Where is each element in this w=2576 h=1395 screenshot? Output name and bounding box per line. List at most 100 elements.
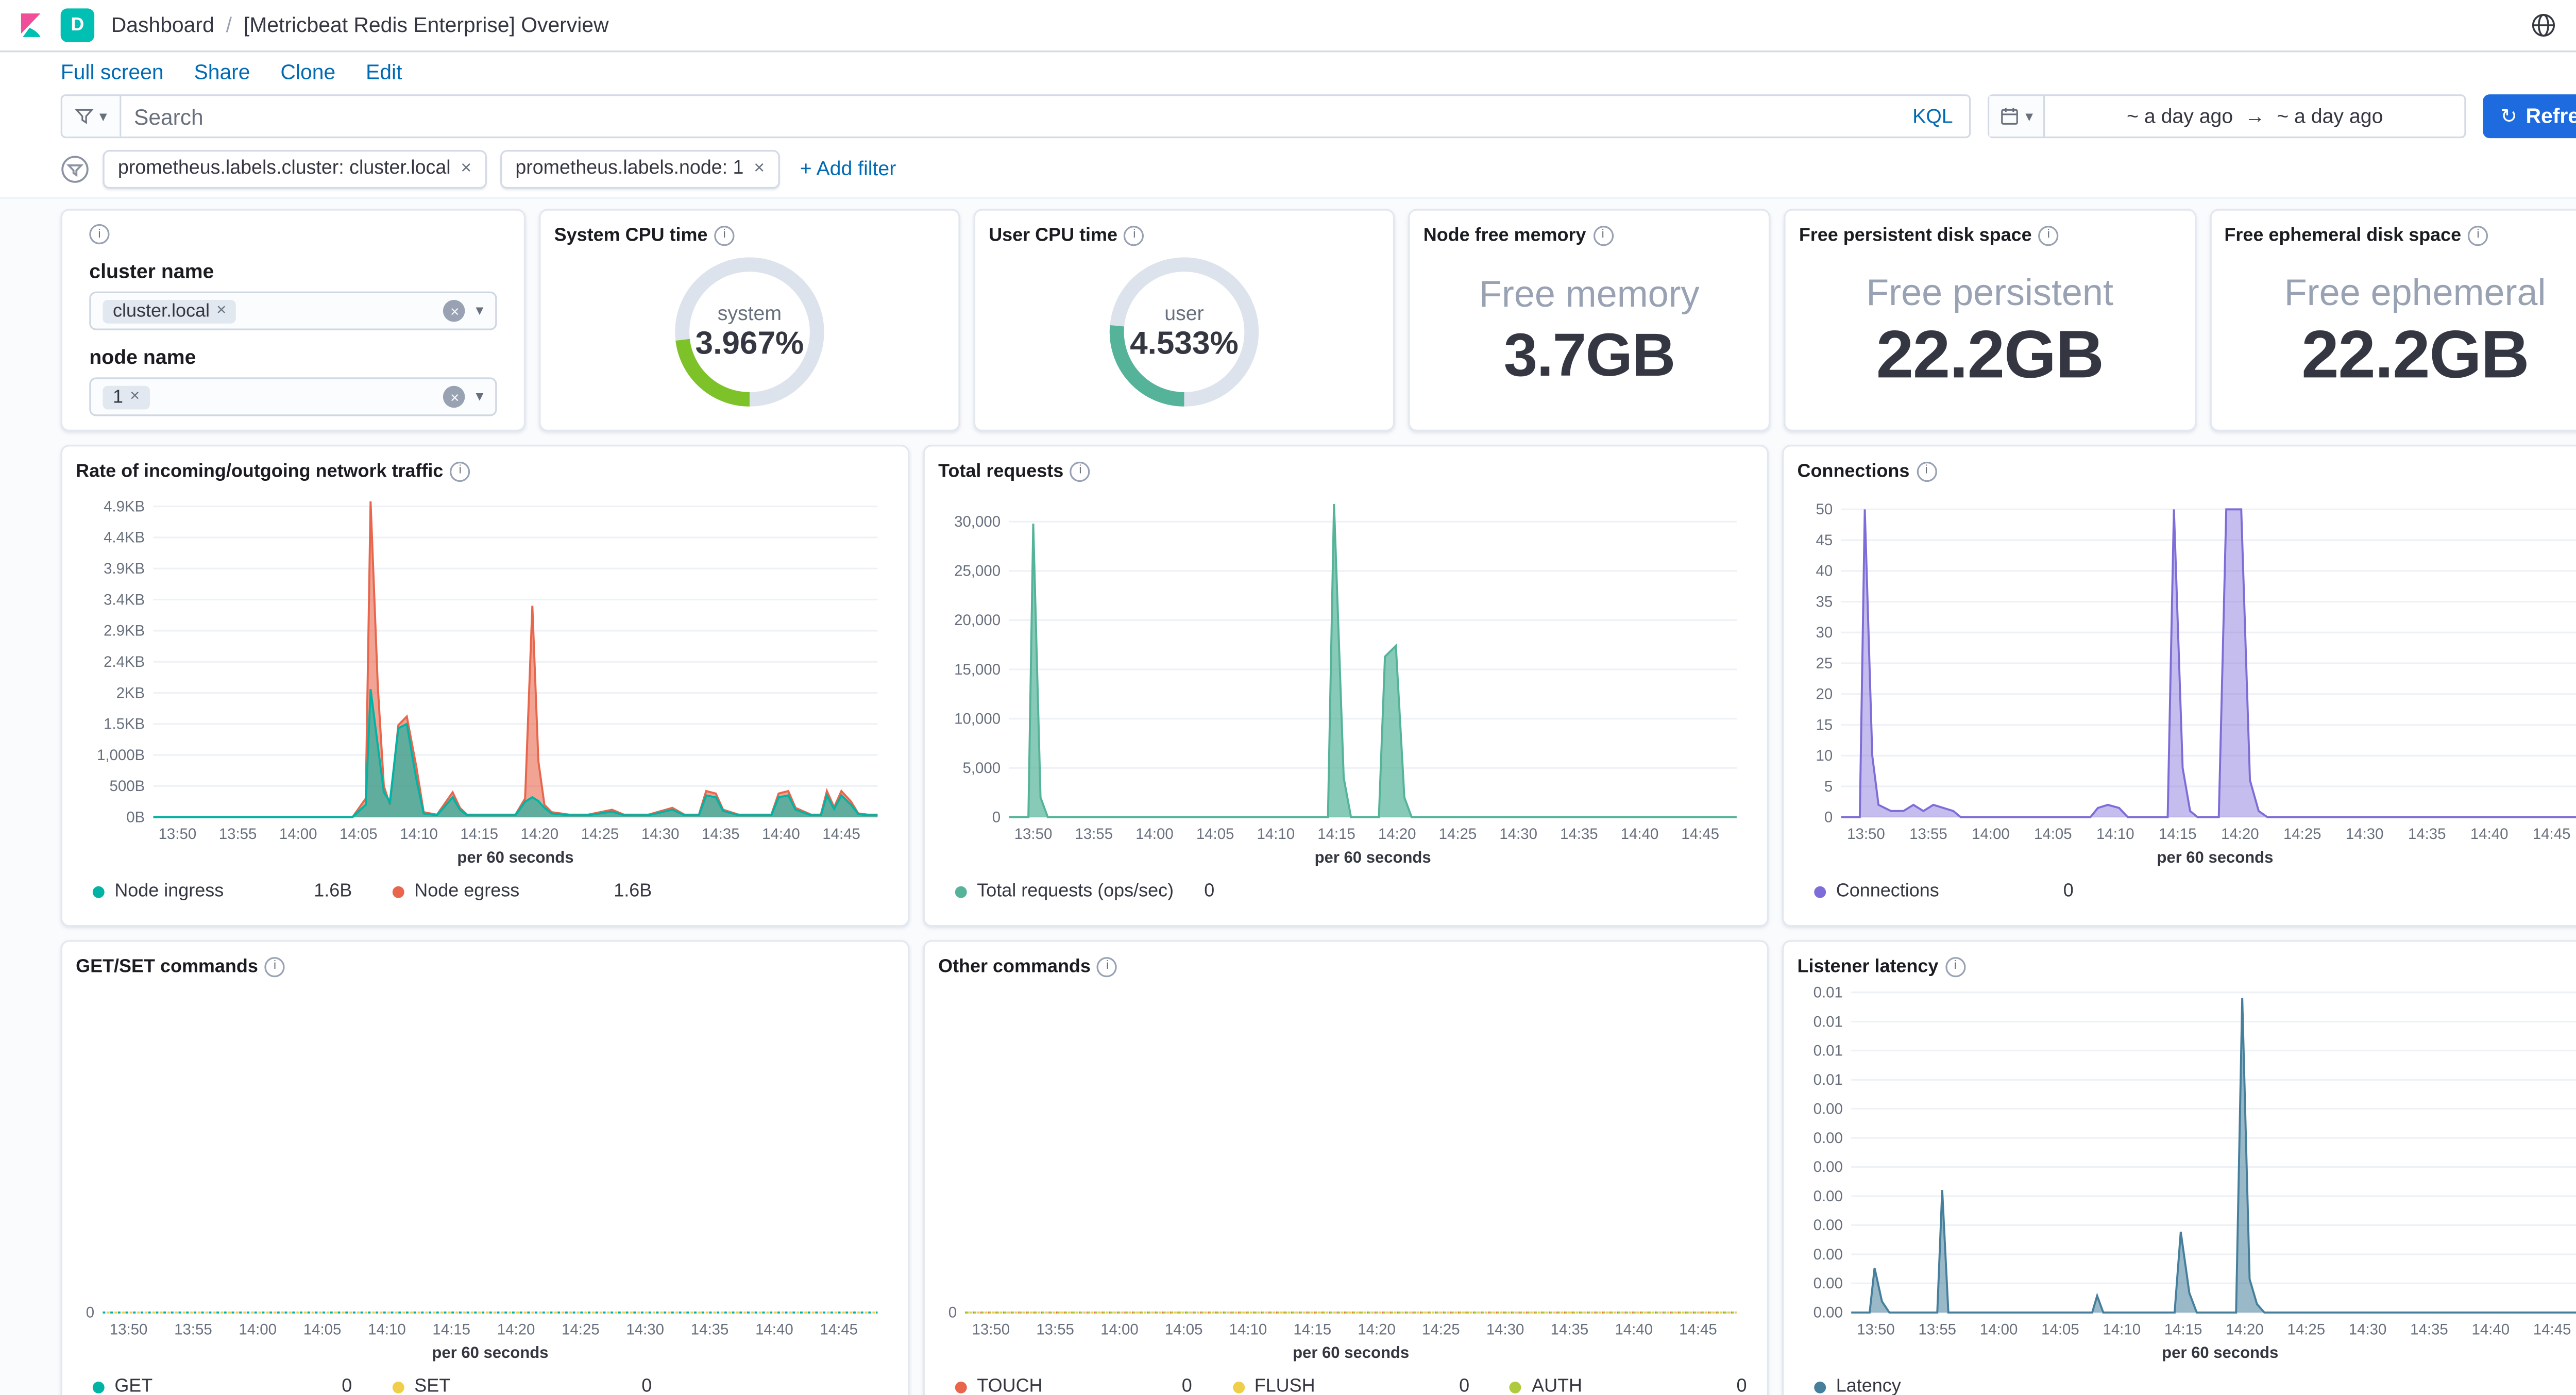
get-set-commands-chart[interactable]: 013:5013:5514:0014:0514:1014:1514:2014:2… xyxy=(76,979,894,1367)
add-filter-link[interactable]: + Add filter xyxy=(800,157,896,180)
legend-item[interactable]: Connections0 xyxy=(1814,881,2080,901)
dashboard-panels: i cluster name cluster.local × × ▾ node … xyxy=(0,199,2576,1395)
legend-dot xyxy=(955,1381,967,1392)
chip-remove-icon[interactable]: × xyxy=(216,301,226,320)
legend-item[interactable]: Total requests (ops/sec)0 xyxy=(955,881,1222,901)
legend-label: Total requests (ops/sec) xyxy=(977,881,1174,901)
svg-text:14:25: 14:25 xyxy=(2287,1321,2325,1338)
legend-dot xyxy=(1232,1381,1244,1392)
svg-text:10,000: 10,000 xyxy=(954,710,1001,727)
svg-text:14:25: 14:25 xyxy=(562,1321,600,1338)
filter-pill[interactable]: prometheus.labels.node: 1 × xyxy=(500,149,780,188)
legend-item[interactable]: SET0 xyxy=(393,1376,659,1395)
kibana-logo-icon[interactable] xyxy=(17,12,44,39)
menu-item-full-screen[interactable]: Full screen xyxy=(61,61,164,85)
legend-item[interactable]: GET0 xyxy=(93,1376,359,1395)
metric-label: Free memory xyxy=(1479,273,1700,317)
info-icon[interactable]: i xyxy=(1593,226,1613,246)
system-cpu-gauge: system 3.967% xyxy=(670,253,828,411)
svg-text:14:45: 14:45 xyxy=(1681,826,1719,843)
menu-item-edit[interactable]: Edit xyxy=(366,61,402,85)
cluster-name-combobox[interactable]: cluster.local × × ▾ xyxy=(89,292,497,330)
date-quick-select-button[interactable]: ▾ xyxy=(1990,96,2045,136)
metric-body: Free ephemeral 22.2GB xyxy=(2224,248,2576,416)
legend-value: 0 xyxy=(1736,1376,1753,1395)
svg-text:14:15: 14:15 xyxy=(1293,1321,1331,1338)
svg-text:14:15: 14:15 xyxy=(2159,826,2197,843)
clear-selection-icon[interactable]: × xyxy=(444,300,466,322)
legend-item[interactable]: FLUSH0 xyxy=(1232,1376,1476,1395)
date-picker: ▾ ~ a day ago → ~ a day ago xyxy=(1988,94,2467,138)
chevron-down-icon: ▾ xyxy=(99,107,107,126)
legend-item[interactable]: Latency xyxy=(1814,1376,2080,1395)
svg-text:0.00: 0.00 xyxy=(1814,1217,1843,1234)
chip-remove-icon[interactable]: × xyxy=(130,388,140,406)
legend-item[interactable]: Node ingress1.6B xyxy=(93,881,359,901)
node-name-combobox[interactable]: 1 × × ▾ xyxy=(89,377,497,416)
chevron-down-icon[interactable]: ▾ xyxy=(476,388,484,406)
filter-options-icon[interactable] xyxy=(61,154,90,183)
date-range-text[interactable]: ~ a day ago → ~ a day ago xyxy=(2045,105,2465,128)
menu-item-share[interactable]: Share xyxy=(194,61,250,85)
kql-badge[interactable]: KQL xyxy=(1895,105,1970,128)
info-icon[interactable]: i xyxy=(89,224,109,244)
svg-text:14:10: 14:10 xyxy=(400,826,438,843)
info-icon[interactable]: i xyxy=(1097,957,1117,977)
svg-text:14:00: 14:00 xyxy=(1980,1321,2018,1338)
listener-latency-chart[interactable]: 0.000.000.000.000.000.000.000.000.010.01… xyxy=(1798,979,2576,1367)
legend-item[interactable]: Node egress1.6B xyxy=(393,881,659,901)
svg-text:0.00: 0.00 xyxy=(1814,1100,1843,1117)
svg-text:14:05: 14:05 xyxy=(2034,826,2072,843)
svg-text:14:25: 14:25 xyxy=(2283,826,2321,843)
info-icon[interactable]: i xyxy=(1070,462,1090,482)
menu-item-clone[interactable]: Clone xyxy=(280,61,335,85)
refresh-button[interactable]: ↻ Refresh xyxy=(2484,94,2576,138)
breadcrumb-dashboard[interactable]: Dashboard xyxy=(111,13,214,37)
info-icon[interactable]: i xyxy=(2468,226,2488,246)
info-icon[interactable]: i xyxy=(715,226,735,246)
metric-label: Free ephemeral xyxy=(2284,271,2546,314)
legend-label: Latency xyxy=(1836,1376,1901,1395)
remove-filter-icon[interactable]: × xyxy=(754,158,765,178)
info-icon[interactable]: i xyxy=(1945,957,1965,977)
connections-chart[interactable]: 0510152025303540455013:5013:5514:0014:05… xyxy=(1798,483,2576,871)
search-input[interactable] xyxy=(121,104,1896,129)
chevron-down-icon[interactable]: ▾ xyxy=(476,301,484,320)
svg-text:30: 30 xyxy=(1816,624,1833,641)
info-icon[interactable]: i xyxy=(450,462,470,482)
svg-text:13:55: 13:55 xyxy=(1909,826,1947,843)
metric-value: 22.2GB xyxy=(1876,317,2104,393)
info-icon[interactable]: i xyxy=(265,957,285,977)
legend-item[interactable]: TOUCH0 xyxy=(955,1376,1199,1395)
legend-dot xyxy=(1814,885,1826,897)
remove-filter-icon[interactable]: × xyxy=(461,158,471,178)
clear-selection-icon[interactable]: × xyxy=(444,386,466,408)
chart-legend: GET0 SET0 xyxy=(76,1367,894,1395)
other-commands-chart[interactable]: 013:5013:5514:0014:0514:1014:1514:2014:2… xyxy=(938,979,1753,1367)
panel-title: Other commands i xyxy=(938,955,1753,979)
svg-text:5: 5 xyxy=(1824,778,1833,795)
legend-item[interactable]: AUTH0 xyxy=(1510,1376,1754,1395)
info-icon[interactable]: i xyxy=(1124,226,1144,246)
saved-query-menu-button[interactable]: ▾ xyxy=(62,96,121,136)
space-avatar[interactable]: D xyxy=(61,8,94,42)
legend-label: TOUCH xyxy=(977,1376,1042,1395)
date-range-end[interactable]: ~ a day ago xyxy=(2277,105,2383,128)
date-range-start[interactable]: ~ a day ago xyxy=(2127,105,2233,128)
legend-value: 1.6B xyxy=(614,881,658,901)
svg-text:per 60 seconds: per 60 seconds xyxy=(2162,1343,2278,1362)
info-icon[interactable]: i xyxy=(2039,226,2059,246)
filter-pill[interactable]: prometheus.labels.cluster: cluster.local… xyxy=(103,149,486,188)
svg-text:14:40: 14:40 xyxy=(2471,1321,2510,1338)
panel-total-requests: Total requests i 05,00010,00015,00020,00… xyxy=(923,445,1769,927)
svg-text:20,000: 20,000 xyxy=(954,612,1001,629)
help-icon[interactable] xyxy=(2530,12,2557,39)
panel-title-text: Other commands xyxy=(938,955,1091,979)
svg-text:14:25: 14:25 xyxy=(1439,826,1477,843)
svg-text:14:15: 14:15 xyxy=(432,1321,470,1338)
info-icon[interactable]: i xyxy=(1916,462,1936,482)
legend-dot xyxy=(393,885,404,897)
panel-title: System CPU time i xyxy=(554,224,945,248)
total-requests-chart[interactable]: 05,00010,00015,00020,00025,00030,00013:5… xyxy=(938,483,1753,871)
network-traffic-chart[interactable]: 0B500B1,000B1.5KB2KB2.4KB2.9KB3.4KB3.9KB… xyxy=(76,483,894,871)
